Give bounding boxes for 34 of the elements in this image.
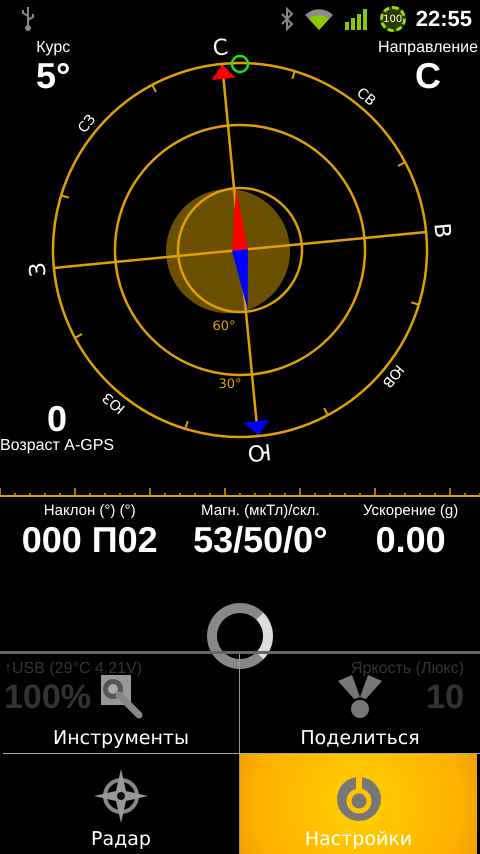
- direction-label: СВ: [353, 84, 379, 110]
- direction-label: З: [25, 261, 52, 278]
- elevation-label: 30°: [218, 377, 242, 392]
- agps-age-value: 0: [47, 400, 68, 438]
- signal-icon: [344, 7, 370, 31]
- loading-spinner: [207, 603, 273, 669]
- stat-value: 0.00: [376, 519, 446, 561]
- bluetooth-icon: [280, 7, 294, 31]
- direction-label: ЮВ: [378, 361, 407, 391]
- south-marker: [244, 420, 270, 436]
- north-marker: [212, 64, 236, 80]
- direction-label: С: [212, 38, 230, 62]
- direction-label: Направление: [378, 40, 478, 57]
- usb-icon: [20, 6, 36, 32]
- elevation-label: 60°: [212, 319, 236, 334]
- stat-value: 000 П02: [22, 519, 158, 561]
- direction-label: В: [428, 222, 455, 240]
- compass-rose-icon: [93, 768, 149, 824]
- battery-indicator: 100: [380, 6, 406, 32]
- stat-label: Магн. (мкТл)/скл.: [201, 502, 320, 519]
- wifi-icon: [304, 7, 334, 31]
- direction-label: СЗ: [75, 112, 100, 136]
- satellite-marker: [230, 54, 250, 74]
- agps-age-label: Возраст A-GPS: [0, 438, 114, 455]
- direction-label: Ю: [246, 438, 272, 466]
- stat-label: Ускорение (g): [362, 502, 458, 519]
- direction-label: ЮЗ: [100, 388, 128, 417]
- clock-time: 22:55: [416, 6, 472, 32]
- menu-item[interactable]: Радар: [3, 754, 240, 854]
- heading-value: 5°: [36, 56, 70, 95]
- heading-label: Курс: [36, 40, 70, 57]
- direction-value: С: [415, 56, 442, 95]
- stat-label: Наклон (°) (°): [44, 502, 136, 519]
- stat-value: 53/50/0°: [193, 519, 328, 561]
